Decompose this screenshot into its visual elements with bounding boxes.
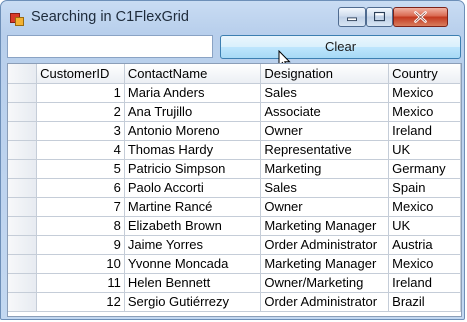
table-row[interactable]: 11 Helen Bennett Owner/Marketing Ireland: [8, 273, 461, 293]
cell-country[interactable]: Mexico: [388, 197, 461, 217]
row-header[interactable]: [8, 140, 38, 160]
corner-cell[interactable]: [8, 64, 38, 84]
cell-contactname[interactable]: Maria Anders: [124, 83, 262, 103]
cell-country[interactable]: Spain: [388, 178, 461, 198]
cell-customerid[interactable]: 5: [36, 159, 125, 179]
cell-contactname[interactable]: Thomas Hardy: [124, 140, 262, 160]
clear-button[interactable]: Clear: [220, 35, 461, 59]
maximize-button[interactable]: [366, 7, 393, 27]
app-icon: [10, 11, 24, 26]
row-header[interactable]: [8, 121, 38, 141]
minimize-button[interactable]: [338, 7, 366, 27]
close-icon: [414, 11, 427, 23]
cell-designation[interactable]: Marketing Manager: [260, 216, 390, 236]
close-button[interactable]: [393, 7, 448, 27]
cell-contactname[interactable]: Antonio Moreno: [124, 121, 262, 141]
row-header[interactable]: [8, 102, 38, 122]
cell-designation[interactable]: Sales: [260, 83, 390, 103]
window-title: Searching in C1FlexGrid: [31, 9, 189, 25]
cell-designation[interactable]: Marketing: [260, 159, 390, 179]
cell-designation[interactable]: Order Administrator: [260, 292, 390, 312]
cell-country[interactable]: Germany: [388, 159, 461, 179]
table-row[interactable]: 4 Thomas Hardy Representative UK: [8, 140, 461, 160]
table-row[interactable]: 10 Yvonne Moncada Marketing Manager Mexi…: [8, 254, 461, 274]
row-header[interactable]: [8, 273, 38, 293]
cell-contactname[interactable]: Jaime Yorres: [124, 235, 262, 255]
table-row[interactable]: 6 Paolo Accorti Sales Spain: [8, 178, 461, 198]
grid-table: CustomerID ContactName Designation Count…: [8, 64, 461, 312]
column-header-designation[interactable]: Designation: [260, 64, 390, 84]
cell-country[interactable]: Mexico: [388, 83, 461, 103]
cell-designation[interactable]: Associate: [260, 102, 390, 122]
cell-country[interactable]: UK: [388, 140, 461, 160]
row-header[interactable]: [8, 159, 38, 179]
cell-customerid[interactable]: 12: [36, 292, 125, 312]
cell-country[interactable]: Ireland: [388, 121, 461, 141]
cell-contactname[interactable]: Patricio Simpson: [124, 159, 262, 179]
table-row[interactable]: 5 Patricio Simpson Marketing Germany: [8, 159, 461, 179]
cell-customerid[interactable]: 8: [36, 216, 125, 236]
title-bar[interactable]: Searching in C1FlexGrid: [1, 1, 464, 33]
table-row[interactable]: 9 Jaime Yorres Order Administrator Austr…: [8, 235, 461, 255]
minimize-icon: [347, 17, 357, 22]
row-header[interactable]: [8, 178, 38, 198]
cell-customerid[interactable]: 7: [36, 197, 125, 217]
search-input[interactable]: [7, 35, 213, 58]
flex-grid[interactable]: CustomerID ContactName Designation Count…: [7, 63, 462, 317]
cell-customerid[interactable]: 3: [36, 121, 125, 141]
column-header-country[interactable]: Country: [388, 64, 461, 84]
cell-country[interactable]: Brazil: [388, 292, 461, 312]
row-header[interactable]: [8, 292, 38, 312]
cell-contactname[interactable]: Martine Rancé: [124, 197, 262, 217]
maximize-icon: [374, 11, 385, 22]
table-row[interactable]: 8 Elizabeth Brown Marketing Manager UK: [8, 216, 461, 236]
cell-customerid[interactable]: 9: [36, 235, 125, 255]
row-header[interactable]: [8, 83, 38, 103]
cell-contactname[interactable]: Ana Trujillo: [124, 102, 262, 122]
table-row[interactable]: 7 Martine Rancé Owner Mexico: [8, 197, 461, 217]
cell-designation[interactable]: Sales: [260, 178, 390, 198]
cell-country[interactable]: Austria: [388, 235, 461, 255]
table-row[interactable]: 1 Maria Anders Sales Mexico: [8, 83, 461, 103]
cell-customerid[interactable]: 1: [36, 83, 125, 103]
cell-contactname[interactable]: Sergio Gutiérrezy: [124, 292, 262, 312]
table-row[interactable]: 3 Antonio Moreno Owner Ireland: [8, 121, 461, 141]
header-row: CustomerID ContactName Designation Count…: [8, 64, 461, 84]
cell-designation[interactable]: Marketing Manager: [260, 254, 390, 274]
row-header[interactable]: [8, 197, 38, 217]
cell-customerid[interactable]: 6: [36, 178, 125, 198]
cell-designation[interactable]: Owner/Marketing: [260, 273, 390, 293]
row-header[interactable]: [8, 235, 38, 255]
cell-contactname[interactable]: Elizabeth Brown: [124, 216, 262, 236]
cell-contactname[interactable]: Yvonne Moncada: [124, 254, 262, 274]
app-window: Searching in C1FlexGrid Clear CustomerID…: [0, 0, 465, 320]
row-header[interactable]: [8, 254, 38, 274]
cell-country[interactable]: Mexico: [388, 254, 461, 274]
cell-customerid[interactable]: 4: [36, 140, 125, 160]
cell-country[interactable]: UK: [388, 216, 461, 236]
table-row[interactable]: 2 Ana Trujillo Associate Mexico: [8, 102, 461, 122]
cell-country[interactable]: Mexico: [388, 102, 461, 122]
cell-customerid[interactable]: 11: [36, 273, 125, 293]
cell-contactname[interactable]: Paolo Accorti: [124, 178, 262, 198]
cell-customerid[interactable]: 2: [36, 102, 125, 122]
cell-country[interactable]: Ireland: [388, 273, 461, 293]
column-header-customerid[interactable]: CustomerID: [36, 64, 125, 84]
cell-customerid[interactable]: 10: [36, 254, 125, 274]
cell-designation[interactable]: Owner: [260, 197, 390, 217]
cell-contactname[interactable]: Helen Bennett: [124, 273, 262, 293]
cell-designation[interactable]: Representative: [260, 140, 390, 160]
cell-designation[interactable]: Owner: [260, 121, 390, 141]
row-header[interactable]: [8, 216, 38, 236]
column-header-contactname[interactable]: ContactName: [124, 64, 262, 84]
cell-designation[interactable]: Order Administrator: [260, 235, 390, 255]
table-row[interactable]: 12 Sergio Gutiérrezy Order Administrator…: [8, 292, 461, 312]
